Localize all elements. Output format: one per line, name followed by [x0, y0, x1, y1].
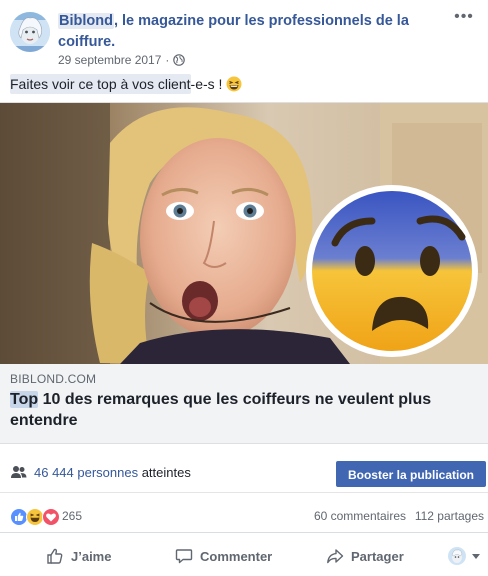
boost-post-button[interactable]: Booster la publication — [336, 461, 486, 487]
post-title: Biblond, le magazine pour les profession… — [58, 11, 438, 53]
more-dots-icon[interactable]: ••• — [454, 9, 474, 25]
woman-surprised-photo — [0, 103, 488, 364]
audience-avatar — [448, 547, 466, 565]
page-avatar[interactable] — [10, 12, 50, 52]
reach-suffix: atteintes — [138, 465, 191, 480]
reach-count-link[interactable]: 46 444 personnes — [34, 465, 138, 480]
share-label: Partager — [351, 548, 404, 564]
comment-label: Commenter — [200, 548, 273, 564]
anxious-face-with-sweat-emoji — [306, 185, 478, 357]
globe-icon[interactable] — [173, 54, 186, 66]
link-title[interactable]: Top 10 des remarques que les coiffeurs n… — [10, 389, 470, 431]
link-preview[interactable]: BIBLOND.COM Top 10 des remarques que les… — [0, 102, 488, 444]
post-date[interactable]: 29 septembre 2017 — [58, 53, 161, 67]
people-icon — [11, 465, 27, 479]
link-title-rest: 10 des remarques que les coiffeurs ne ve… — [10, 391, 432, 429]
share-arrow-icon — [327, 549, 344, 564]
reach-text: 46 444 personnes atteintes — [34, 465, 191, 480]
reach-row: 46 444 personnes atteintes Booster la pu… — [0, 452, 488, 493]
thumbs-up-icon — [47, 548, 63, 564]
grinning-squinting-face-emoji — [226, 76, 242, 92]
chevron-down-icon — [472, 553, 480, 559]
share-button[interactable]: Partager — [326, 538, 404, 574]
love-reaction-icon — [42, 508, 60, 526]
comment-button[interactable]: Commenter — [175, 538, 272, 574]
post-as-selector[interactable] — [448, 547, 480, 565]
facebook-post: Biblond, le magazine pour les profession… — [0, 0, 488, 576]
message-rest: -e-s ! — [190, 76, 223, 92]
comment-icon — [175, 549, 193, 564]
shares-count[interactable]: 112 partages — [415, 509, 484, 523]
post-header: Biblond, le magazine pour les profession… — [0, 0, 488, 72]
like-button[interactable]: J’aime — [46, 538, 111, 574]
link-title-highlight: Top — [10, 391, 39, 408]
reaction-count[interactable]: 265 — [62, 509, 82, 523]
action-bar: J’aime Commenter Partager — [0, 538, 488, 574]
link-domain: BIBLOND.COM — [10, 372, 97, 386]
preview-image[interactable] — [0, 103, 488, 364]
post-meta: 29 septembre 2017 · — [58, 53, 186, 67]
preview-caption[interactable]: BIBLOND.COM Top 10 des remarques que les… — [0, 364, 488, 444]
reaction-icons[interactable] — [10, 508, 60, 526]
comments-count[interactable]: 60 commentaires — [314, 509, 406, 523]
page-name-link[interactable]: Biblond — [58, 13, 114, 29]
reactions-summary: 265 60 commentaires 112 partages — [0, 500, 488, 533]
biblond-logo-avatar — [10, 12, 50, 52]
meta-separator: · — [165, 53, 170, 67]
post-message: Faites voir ce top à vos client -e-s ! — [10, 74, 242, 94]
message-highlight: Faites voir ce top à vos client — [10, 74, 191, 94]
like-label: J’aime — [71, 548, 112, 564]
